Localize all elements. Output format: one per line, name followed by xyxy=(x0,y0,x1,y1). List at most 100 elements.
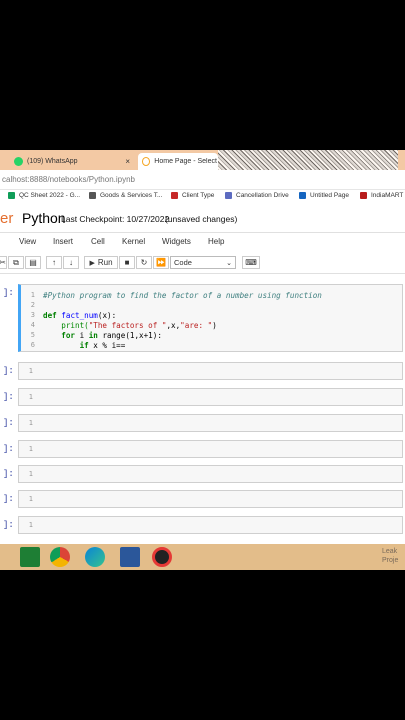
cell-prompt: ]: xyxy=(3,469,14,479)
notebook-name[interactable]: Python xyxy=(22,210,66,226)
app-icon[interactable] xyxy=(120,547,140,567)
indiamart-icon xyxy=(360,192,367,199)
bookmark-qc-sheet[interactable]: QC Sheet 2022 - G... xyxy=(8,192,80,199)
cell-prompt: ]: xyxy=(3,520,14,530)
cell-input[interactable]: 1 xyxy=(18,465,403,483)
menu-insert[interactable]: Insert xyxy=(53,237,73,246)
browser-tab-bar: (109) WhatsApp × Home Page - Select or xyxy=(0,150,405,182)
jupyter-logo: er xyxy=(0,210,14,227)
keyword: if xyxy=(43,341,89,350)
keyword: def xyxy=(43,311,57,320)
jupyter-header: er Python Last Checkpoint: 10/27/2022 (u… xyxy=(0,206,405,233)
menu-kernel[interactable]: Kernel xyxy=(122,237,145,246)
cell-prompt: ]: xyxy=(3,494,14,504)
code-line-3: def fact_num(x): xyxy=(43,311,116,320)
interrupt-button[interactable]: ■ xyxy=(119,256,135,269)
empty-cell[interactable]: ]: 1 xyxy=(0,514,405,534)
code-text: i xyxy=(75,331,89,340)
empty-cell[interactable]: ]: 1 xyxy=(0,463,405,483)
restart-button[interactable]: ↻ xyxy=(136,256,152,269)
restart-run-all-button[interactable]: ⏩ xyxy=(153,256,169,269)
taskbar-notification: Leak Proje xyxy=(382,547,398,565)
bookmark-client-type[interactable]: Client Type xyxy=(171,192,214,199)
paste-button[interactable]: ▤ xyxy=(25,256,41,269)
cell-type-select[interactable]: Code ⌄ xyxy=(170,256,236,269)
toolbar: ✂ ⧉ ▤ ↑ ↓ ▶ Run ■ ↻ ⏩ Code ⌄ ⌨ xyxy=(0,254,405,274)
run-button[interactable]: ▶ Run xyxy=(84,256,118,269)
bookmark-label: IndiaMART xyxy=(371,192,404,199)
cell-input[interactable]: 1 2 3 4 5 6 #Python program to find the … xyxy=(18,284,403,352)
gov-emblem-icon xyxy=(89,192,96,199)
move-up-button[interactable]: ↑ xyxy=(46,256,62,269)
bookmark-gst[interactable]: Goods & Services T... xyxy=(89,192,162,199)
line-number: 1 xyxy=(28,470,33,478)
cell-input[interactable]: 1 xyxy=(18,414,403,432)
line-number: 3 xyxy=(30,311,35,319)
bookmark-label: QC Sheet 2022 - G... xyxy=(19,192,81,199)
chrome-icon[interactable] xyxy=(50,547,70,567)
empty-cell[interactable]: ]: 1 xyxy=(0,412,405,432)
bookmark-indiamart[interactable]: IndiaMART xyxy=(360,192,403,199)
string: "are: " xyxy=(180,321,213,330)
cell-input[interactable]: 1 xyxy=(18,388,403,406)
empty-cell[interactable]: ]: 1 xyxy=(0,360,405,380)
cut-button[interactable]: ✂ xyxy=(0,256,7,269)
menu-cell[interactable]: Cell xyxy=(91,237,105,246)
empty-cell[interactable]: ]: 1 xyxy=(0,438,405,458)
menu-help[interactable]: Help xyxy=(208,237,224,246)
code-text: x % i== xyxy=(88,341,126,350)
bookmark-label: Cancellation Drive xyxy=(236,192,289,199)
menu-view[interactable]: View xyxy=(19,237,36,246)
cell-prompt: ]: xyxy=(3,288,14,298)
cell-prompt: ]: xyxy=(3,444,14,454)
line-number: 5 xyxy=(30,331,35,339)
code-text: range(1,x+1): xyxy=(97,331,162,340)
line-number: 1 xyxy=(30,291,35,299)
line-number: 1 xyxy=(28,521,33,529)
close-icon[interactable]: × xyxy=(125,157,130,166)
page-icon xyxy=(142,157,151,166)
bookmark-cancellation[interactable]: Cancellation Drive xyxy=(225,192,289,199)
keyword: for xyxy=(43,331,76,340)
checkpoint-text: Last Checkpoint: 10/27/2022 xyxy=(61,214,170,224)
excel-icon[interactable] xyxy=(20,547,40,567)
tab-home-page[interactable]: Home Page - Select or xyxy=(138,153,218,170)
form-icon xyxy=(225,192,232,199)
cell-type-value: Code xyxy=(174,258,192,267)
move-down-button[interactable]: ↓ xyxy=(63,256,79,269)
line-number: 1 xyxy=(28,495,33,503)
empty-cell[interactable]: ]: 1 xyxy=(0,386,405,406)
cell-input[interactable]: 1 xyxy=(18,440,403,458)
keyword: in xyxy=(88,331,98,340)
unsaved-status: (unsaved changes) xyxy=(165,214,238,224)
empty-cell[interactable]: ]: 1 xyxy=(0,488,405,508)
code-text: print( xyxy=(43,321,89,330)
screen: (109) WhatsApp × Home Page - Select or c… xyxy=(0,150,405,570)
bookmark-label: Goods & Services T... xyxy=(100,192,163,199)
comment: #Python program to find the factor of a … xyxy=(43,291,322,300)
bookmark-untitled[interactable]: Untitled Page xyxy=(299,192,349,199)
code-cell-active[interactable]: ]: 1 2 3 4 5 6 #Python program to find t… xyxy=(0,282,405,352)
cell-input[interactable]: 1 xyxy=(18,362,403,380)
menu-widgets[interactable]: Widgets xyxy=(162,237,191,246)
play-icon: ▶ xyxy=(89,259,95,267)
string: "The factors of " xyxy=(88,321,167,330)
run-label: Run xyxy=(97,258,113,267)
tab-whatsapp[interactable]: (109) WhatsApp × xyxy=(0,153,136,170)
line-number: 1 xyxy=(28,367,33,375)
cell-prompt: ]: xyxy=(3,392,14,402)
keyboard-button[interactable]: ⌨ xyxy=(242,256,260,269)
menu-bar: View Insert Cell Kernel Widgets Help xyxy=(0,234,405,250)
copy-button[interactable]: ⧉ xyxy=(8,256,24,269)
code-line-5: for i in range(1,x+1): xyxy=(43,331,162,340)
cell-input[interactable]: 1 xyxy=(18,516,403,534)
edge-icon[interactable] xyxy=(85,547,105,567)
line-number: 2 xyxy=(30,301,35,309)
address-bar[interactable]: calhost:8888/notebooks/Python.ipynb xyxy=(0,170,405,190)
bookmark-label: Untitled Page xyxy=(310,192,350,199)
bookmark-label: Client Type xyxy=(182,192,215,199)
cell-input[interactable]: 1 xyxy=(18,490,403,508)
code-text: ,x, xyxy=(166,321,181,330)
whatsapp-icon xyxy=(14,157,23,166)
record-icon[interactable] xyxy=(152,547,172,567)
